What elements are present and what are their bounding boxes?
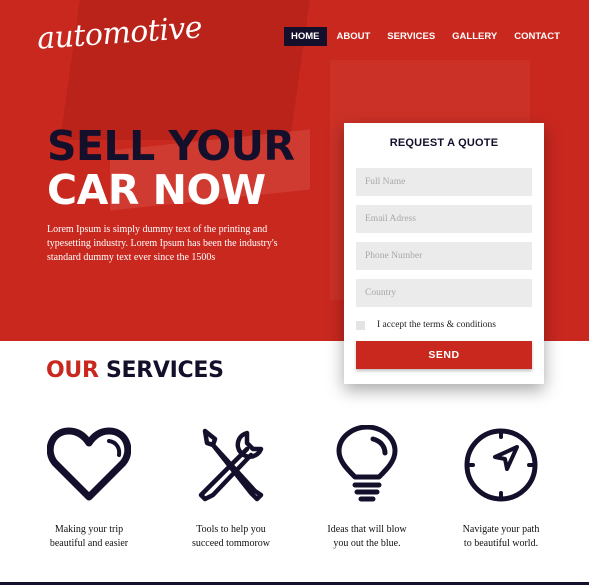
quote-form: REQUEST A QUOTE I accept the terms & con… xyxy=(344,123,544,384)
nav-services[interactable]: SERVICES xyxy=(380,27,442,46)
full-name-field[interactable] xyxy=(356,168,532,196)
nav-gallery[interactable]: GALLERY xyxy=(445,27,504,46)
hero-headline-line2: CAR NOW xyxy=(47,166,266,214)
quote-form-title: REQUEST A QUOTE xyxy=(389,137,499,149)
nav-contact[interactable]: CONTACT xyxy=(507,27,567,46)
service-caption: Ideas that will blow you out the blue. xyxy=(302,523,432,551)
service-trip: Making your trip beautiful and easier xyxy=(24,425,154,551)
service-caption-line1: Tools to help you xyxy=(196,524,266,535)
service-caption: Making your trip beautiful and easier xyxy=(24,523,154,551)
hero-headline: SELL YOUR CAR NOW xyxy=(47,124,295,212)
terms-label[interactable]: I accept the terms & conditions xyxy=(377,320,496,330)
email-field[interactable] xyxy=(356,205,532,233)
service-caption: Tools to help you succeed tommorow xyxy=(166,523,296,551)
main-nav: HOME ABOUT SERVICES GALLERY CONTACT xyxy=(284,27,570,46)
service-caption-line1: Ideas that will blow xyxy=(327,524,407,535)
service-caption: Navigate your path to beautiful world. xyxy=(436,523,566,551)
nav-home[interactable]: HOME xyxy=(284,27,327,46)
compass-icon xyxy=(464,428,538,502)
service-caption-line2: you out the blue. xyxy=(333,538,401,549)
lightbulb-icon xyxy=(336,425,398,502)
hero-description: Lorem Ipsum is simply dummy text of the … xyxy=(47,224,278,263)
heart-icon xyxy=(47,427,131,501)
service-caption-line1: Navigate your path xyxy=(462,524,540,535)
send-button[interactable]: SEND xyxy=(356,341,532,369)
nav-about[interactable]: ABOUT xyxy=(330,27,378,46)
service-caption-line2: succeed tommorow xyxy=(191,538,271,549)
service-tools: Tools to help you succeed tommorow xyxy=(166,425,296,551)
terms-checkbox[interactable] xyxy=(356,320,365,330)
service-navigate: Navigate your path to beautiful world. xyxy=(436,425,566,551)
hero-headline-line1: SELL YOUR xyxy=(47,122,295,170)
services-heading-accent: OUR xyxy=(46,358,99,383)
services-heading-rest: SERVICES xyxy=(105,358,224,383)
terms-row: I accept the terms & conditions xyxy=(356,320,496,330)
service-caption-line2: beautiful and easier xyxy=(49,538,129,549)
service-ideas: Ideas that will blow you out the blue. xyxy=(302,425,432,551)
service-caption-line2: to beautiful world. xyxy=(463,538,539,549)
phone-field[interactable] xyxy=(356,242,532,270)
country-field[interactable] xyxy=(356,279,532,307)
tools-icon xyxy=(198,428,264,502)
service-caption-line1: Making your trip xyxy=(54,524,124,535)
services-heading: OUR SERVICES xyxy=(46,358,224,383)
